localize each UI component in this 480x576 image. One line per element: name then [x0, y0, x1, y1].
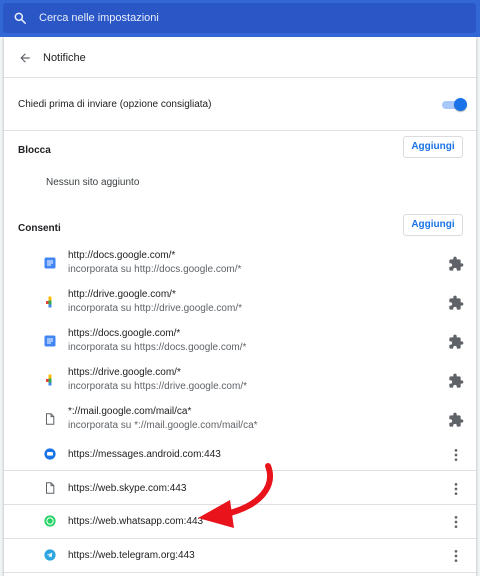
site-row[interactable]: https://drive.google.com/* incorporata s… [4, 363, 476, 401]
page-title: Notifiche [43, 52, 86, 64]
extension-icon[interactable] [448, 412, 464, 428]
top-bar: Cerca nelle impostazioni [0, 0, 480, 37]
ask-before-sending-label: Chiedi prima di inviare (opzione consigl… [18, 99, 212, 110]
divider [4, 130, 476, 131]
more-vert-icon[interactable] [448, 514, 464, 530]
google-drive-icon [46, 296, 52, 308]
site-url: https://drive.google.com/* [68, 367, 181, 378]
page-icon [46, 482, 55, 494]
divider [4, 572, 476, 573]
site-row[interactable]: https://web.telegram.org:443 [4, 542, 476, 568]
extension-icon[interactable] [448, 256, 464, 272]
extension-icon[interactable] [448, 334, 464, 350]
site-url: https://web.whatsapp.com:443 [68, 516, 204, 527]
site-embedded-on: incorporata su https://drive.google.com/… [68, 381, 247, 392]
google-drive-icon [46, 374, 52, 386]
site-url: https://messages.android.com:443 [68, 449, 221, 460]
site-row[interactable]: https://docs.google.com/* incorporata su… [4, 324, 476, 362]
google-docs-icon [44, 257, 56, 269]
more-vert-icon[interactable] [448, 481, 464, 497]
divider [4, 77, 476, 78]
messages-icon [44, 448, 56, 460]
block-section-title: Blocca [18, 145, 51, 156]
site-url: http://docs.google.com/* [68, 250, 176, 261]
site-row[interactable]: http://drive.google.com/* incorporata su… [4, 285, 476, 323]
back-arrow-icon[interactable] [18, 51, 32, 65]
extension-icon[interactable] [448, 373, 464, 389]
whatsapp-icon [44, 515, 56, 527]
search-placeholder[interactable]: Cerca nelle impostazioni [39, 12, 159, 24]
google-docs-icon [44, 335, 56, 347]
block-add-button[interactable]: Aggiungi [403, 136, 463, 158]
search-icon [14, 12, 27, 25]
site-url: https://web.telegram.org:443 [68, 550, 195, 561]
telegram-icon [44, 549, 56, 561]
site-row[interactable]: *://mail.google.com/mail/ca* incorporata… [4, 402, 476, 440]
site-embedded-on: incorporata su *://mail.google.com/mail/… [68, 420, 258, 431]
page-icon [46, 413, 55, 425]
site-embedded-on: incorporata su http://drive.google.com/* [68, 303, 242, 314]
site-url: http://drive.google.com/* [68, 289, 176, 300]
site-url: https://web.skype.com:443 [68, 483, 187, 494]
site-url: https://docs.google.com/* [68, 328, 181, 339]
site-url: *://mail.google.com/mail/ca* [68, 406, 192, 417]
site-row[interactable]: http://docs.google.com/* incorporata su … [4, 246, 476, 284]
red-annotation-arrow [198, 463, 273, 528]
more-vert-icon[interactable] [448, 447, 464, 463]
site-embedded-on: incorporata su http://docs.google.com/* [68, 264, 242, 275]
search-bar[interactable]: Cerca nelle impostazioni [3, 3, 476, 33]
ask-before-sending-toggle[interactable] [442, 98, 467, 112]
divider [4, 538, 476, 539]
block-empty-text: Nessun sito aggiunto [46, 177, 140, 188]
site-embedded-on: incorporata su https://docs.google.com/* [68, 342, 247, 353]
allow-add-button[interactable]: Aggiungi [403, 214, 463, 236]
toggle-knob [454, 98, 467, 111]
extension-icon[interactable] [448, 295, 464, 311]
allow-section-title: Consenti [18, 223, 61, 234]
more-vert-icon[interactable] [448, 548, 464, 564]
